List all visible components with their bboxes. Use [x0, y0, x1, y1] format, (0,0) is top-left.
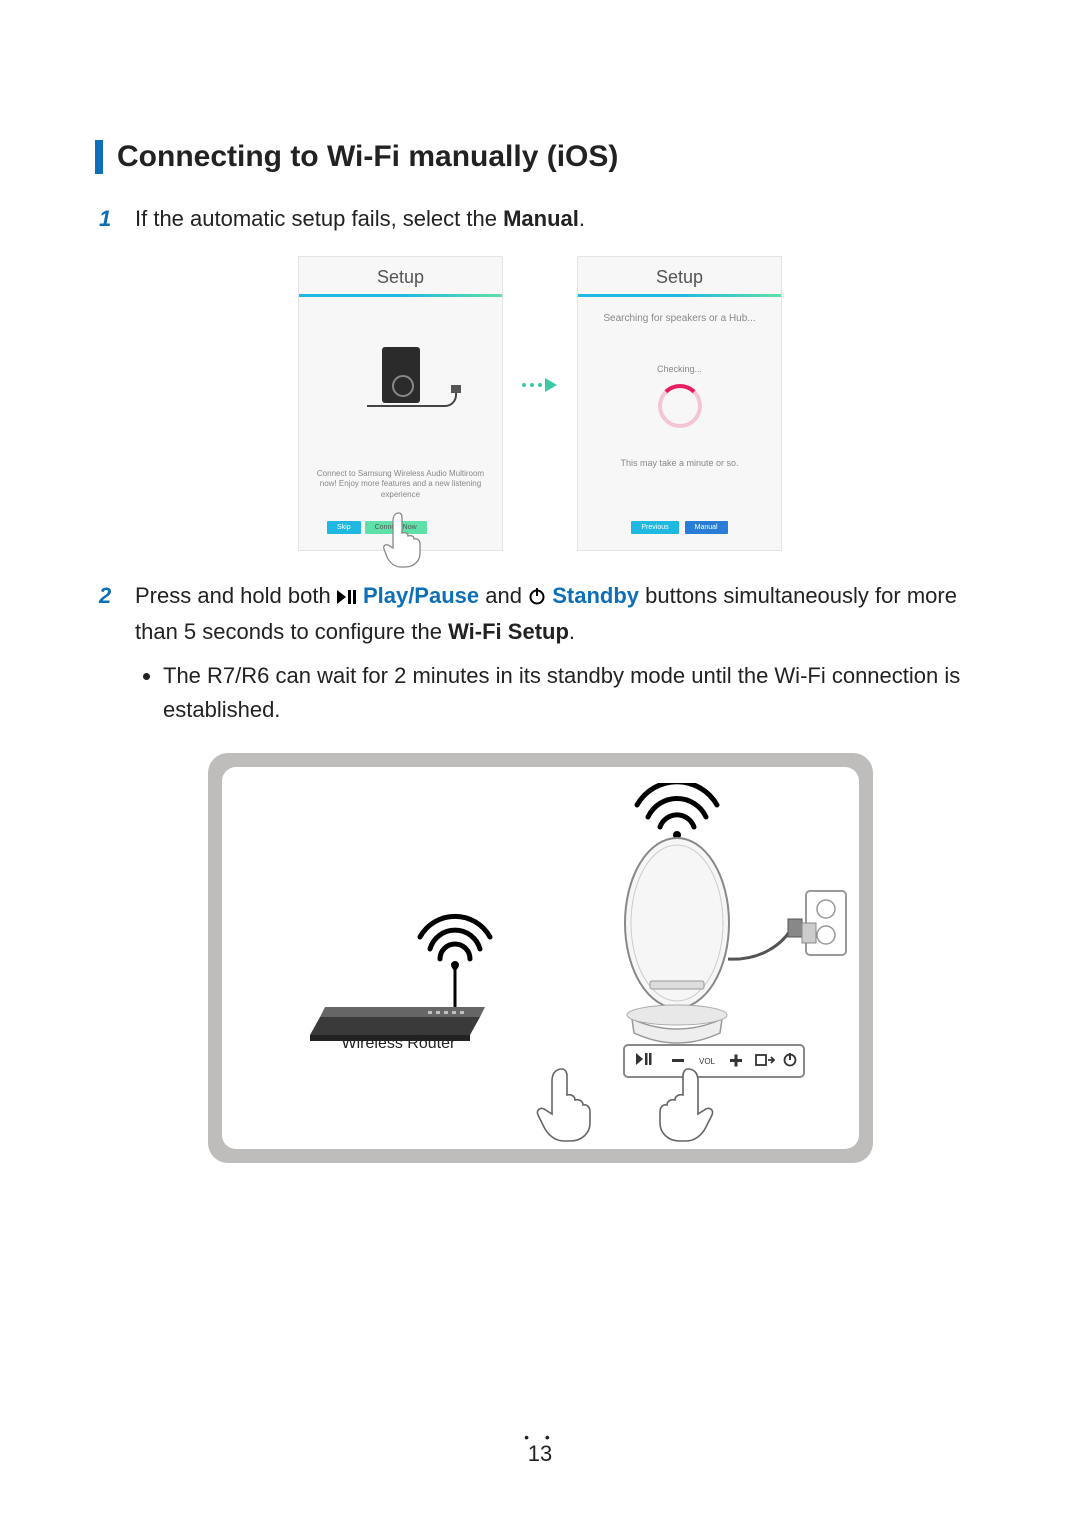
step-number: 2	[99, 579, 135, 727]
step-2-bullet: The R7/R6 can wait for 2 minutes in its …	[163, 659, 985, 727]
phone-b-body: Searching for speakers or a Hub... Check…	[578, 297, 781, 550]
spinner-icon	[658, 384, 702, 428]
page-number-value: 13	[528, 1441, 552, 1466]
step-2-t2: and	[485, 583, 528, 608]
page-number: • • 13	[0, 1429, 1080, 1467]
phone-a: Setup Connect to Samsung Wireless Audio …	[298, 256, 503, 551]
router-label: Wireless Router	[342, 1035, 456, 1053]
play-pause-label: Play/Pause	[363, 583, 479, 608]
step-1-bold: Manual	[503, 206, 579, 231]
step-number: 1	[99, 202, 135, 236]
standby-icon	[528, 581, 546, 615]
phone-b-searching: Searching for speakers or a Hub...	[603, 313, 755, 324]
standby-label: Standby	[552, 583, 639, 608]
phone-b: Setup Searching for speakers or a Hub...…	[577, 256, 782, 551]
step-1: 1 If the automatic setup fails, select t…	[99, 202, 985, 236]
hand-press-right-icon	[658, 1067, 718, 1150]
step-2-text: Press and hold both Play/Pause and Stand…	[135, 579, 985, 727]
section-heading-row: Connecting to Wi-Fi manually (iOS)	[95, 140, 985, 174]
diagram-frame: Wireless Router	[208, 753, 873, 1163]
manual-button[interactable]: Manual	[685, 521, 728, 534]
phone-a-title: Setup	[299, 257, 502, 297]
wifi-setup-bold: Wi-Fi Setup	[448, 619, 569, 644]
phone-figure: Setup Connect to Samsung Wireless Audio …	[95, 256, 985, 551]
accent-bar	[95, 140, 103, 174]
transition-arrow-icon	[521, 376, 559, 394]
step-2-t1: Press and hold both	[135, 583, 337, 608]
step-1-post: .	[579, 206, 585, 231]
phone-b-checking: Checking...	[657, 364, 702, 374]
step-2: 2 Press and hold both Play/Pause and Sta…	[99, 579, 985, 727]
phone-b-minute: This may take a minute or so.	[620, 458, 738, 468]
step-2-t4: .	[569, 619, 575, 644]
step-2-sublist: The R7/R6 can wait for 2 minutes in its …	[163, 659, 985, 727]
vol-label: VOL	[698, 1057, 715, 1066]
hand-press-left-icon	[532, 1067, 592, 1150]
section-heading: Connecting to Wi-Fi manually (iOS)	[117, 140, 618, 174]
plug-icon	[451, 385, 461, 393]
step-1-text: If the automatic setup fails, select the…	[135, 202, 585, 236]
step-1-pre: If the automatic setup fails, select the	[135, 206, 503, 231]
previous-button[interactable]: Previous	[631, 521, 678, 534]
diagram: Wireless Router	[222, 767, 859, 1149]
play-pause-icon	[337, 581, 357, 615]
phone-b-title: Setup	[578, 257, 781, 297]
hand-pointer-icon	[381, 511, 427, 574]
phone-b-button-row: Previous Manual	[578, 521, 781, 534]
cable-illustration	[367, 387, 457, 407]
skip-button[interactable]: Skip	[327, 521, 361, 534]
